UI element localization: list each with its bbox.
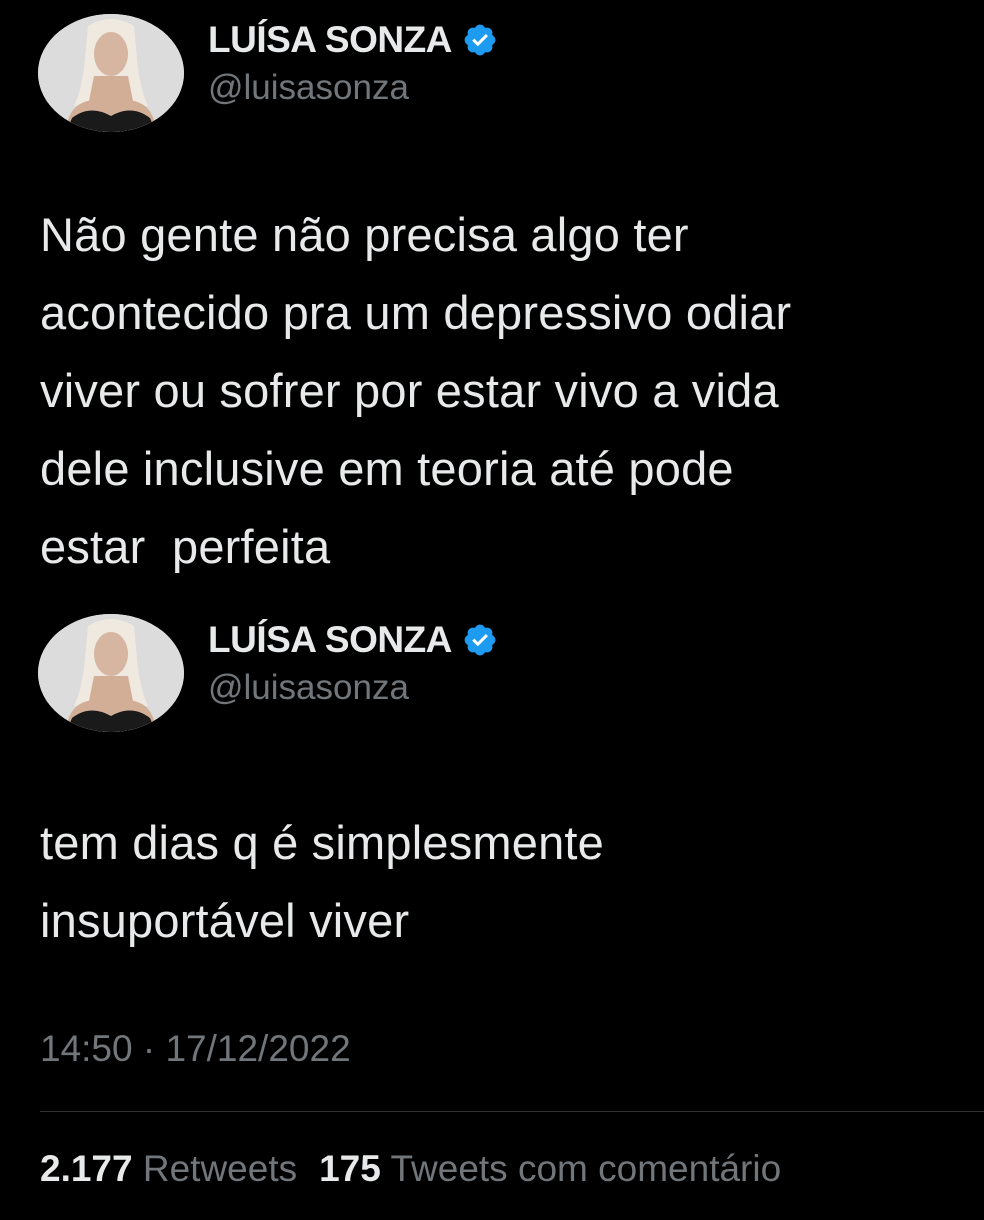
author-names: LUÍSA SONZA @luisasonza bbox=[208, 614, 498, 708]
display-name[interactable]: LUÍSA SONZA bbox=[208, 19, 452, 61]
tweet-stats: 2.177 Retweets 175 Tweets com comentário bbox=[40, 1148, 781, 1190]
tweet-text: tem dias q é simplesmente insuportável v… bbox=[40, 816, 605, 947]
retweets-label: Retweets bbox=[142, 1148, 298, 1189]
display-name[interactable]: LUÍSA SONZA bbox=[208, 619, 452, 661]
divider bbox=[40, 1111, 984, 1112]
retweets-stat[interactable]: 2.177 Retweets bbox=[40, 1148, 297, 1189]
avatar[interactable] bbox=[38, 614, 184, 732]
author-handle[interactable]: @luisasonza bbox=[208, 68, 498, 108]
tweet-header: LUÍSA SONZA @luisasonza bbox=[38, 14, 498, 144]
display-name-row[interactable]: LUÍSA SONZA bbox=[208, 16, 498, 64]
quotes-count: 175 bbox=[319, 1148, 381, 1189]
tweet-1[interactable]: LUÍSA SONZA @luisasonza Não gente não pr… bbox=[0, 0, 984, 600]
tweet-text: Não gente não precisa algo ter acontecid… bbox=[40, 208, 792, 573]
verified-badge-icon bbox=[462, 22, 498, 58]
quote-tweets-stat[interactable]: 175 Tweets com comentário bbox=[319, 1148, 781, 1189]
tweet-header: LUÍSA SONZA @luisasonza bbox=[38, 614, 498, 744]
author-handle[interactable]: @luisasonza bbox=[208, 668, 498, 708]
display-name-row[interactable]: LUÍSA SONZA bbox=[208, 616, 498, 664]
quotes-label: Tweets com comentário bbox=[390, 1148, 782, 1189]
verified-badge-icon bbox=[462, 622, 498, 658]
author-names: LUÍSA SONZA @luisasonza bbox=[208, 14, 498, 108]
avatar[interactable] bbox=[38, 14, 184, 132]
tweet-2[interactable]: LUÍSA SONZA @luisasonza tem dias q é sim… bbox=[0, 600, 984, 1090]
retweets-count: 2.177 bbox=[40, 1148, 133, 1189]
tweet-timestamp[interactable]: 14:50 · 17/12/2022 bbox=[40, 1028, 351, 1070]
